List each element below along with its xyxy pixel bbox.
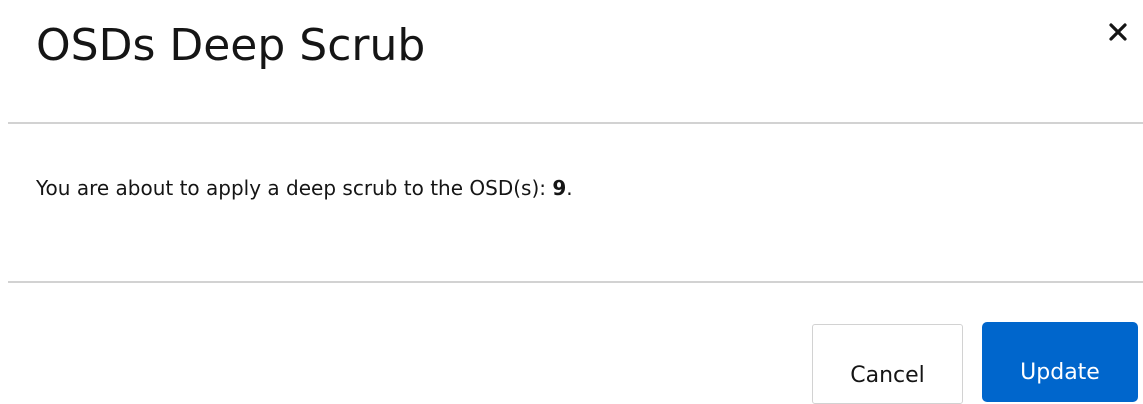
- close-button[interactable]: [1098, 14, 1138, 50]
- close-icon: [1109, 23, 1127, 41]
- osd-id-list: 9: [552, 176, 567, 200]
- header-divider: [8, 122, 1143, 124]
- message-suffix: .: [566, 176, 573, 200]
- modal-body-message: You are about to apply a deep scrub to t…: [36, 172, 573, 204]
- deep-scrub-modal: OSDs Deep Scrub You are about to apply a…: [0, 0, 1143, 404]
- message-prefix: You are about to apply a deep scrub to t…: [36, 176, 553, 200]
- update-button[interactable]: Update: [982, 322, 1138, 402]
- cancel-button[interactable]: Cancel: [812, 324, 963, 404]
- footer-divider: [8, 281, 1143, 283]
- modal-title: OSDs Deep Scrub: [36, 20, 426, 71]
